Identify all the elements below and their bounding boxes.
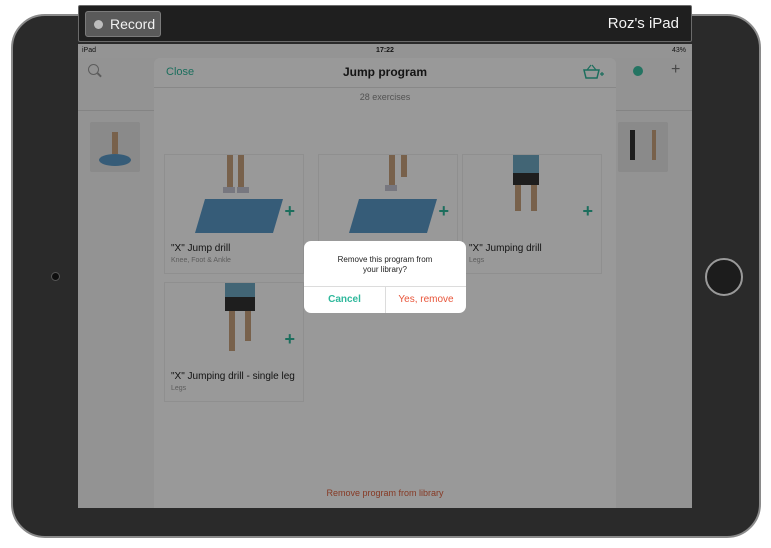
confirm-alert: Remove this program from your library? C… bbox=[304, 241, 466, 313]
record-dot-icon bbox=[94, 19, 103, 29]
alert-message: Remove this program from your library? bbox=[312, 255, 458, 275]
recorder-toolbar: Record Roz's iPad bbox=[78, 5, 692, 42]
home-button[interactable] bbox=[705, 258, 743, 296]
record-label: Record bbox=[110, 16, 156, 32]
alert-message-line: your library? bbox=[362, 265, 407, 274]
ipad-screen: iPad 17:22 43% + Close Jump program 28 e… bbox=[78, 44, 692, 508]
device-name: Roz's iPad bbox=[607, 15, 679, 32]
cancel-button[interactable]: Cancel bbox=[304, 286, 385, 313]
confirm-remove-button[interactable]: Yes, remove bbox=[386, 286, 466, 313]
alert-message-line: Remove this program from bbox=[337, 255, 433, 264]
record-button[interactable]: Record bbox=[85, 11, 161, 37]
camera-icon bbox=[51, 272, 60, 281]
